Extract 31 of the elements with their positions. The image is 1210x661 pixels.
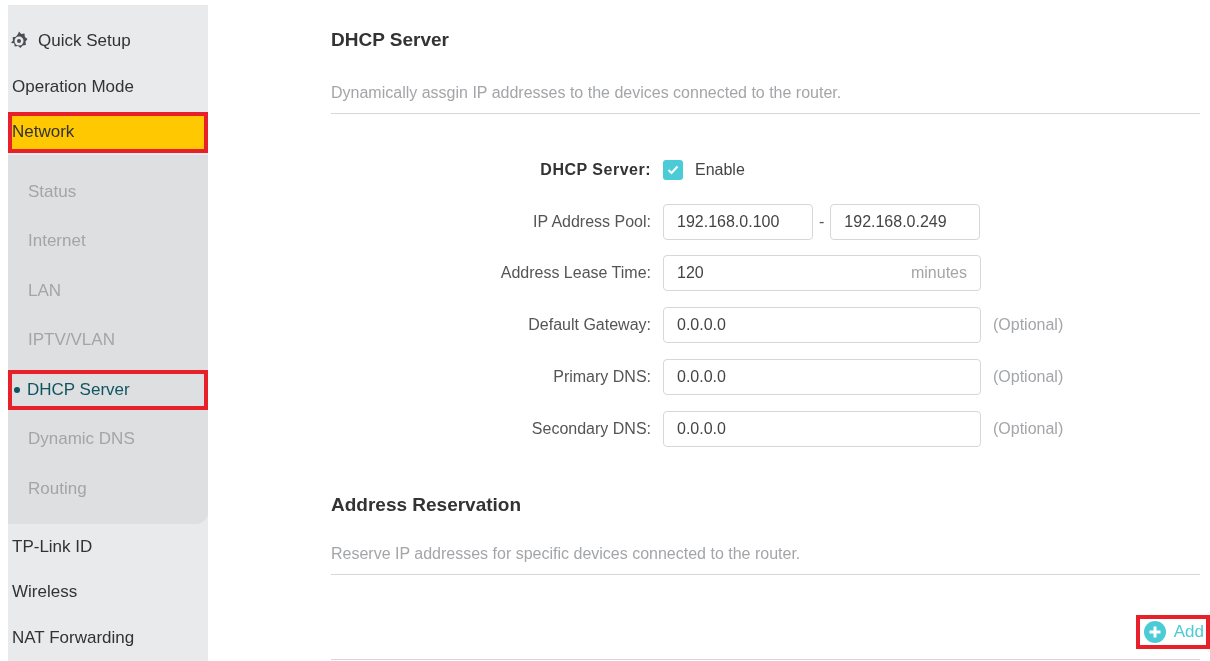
sidebar-item[interactable]: Quick Setup	[8, 18, 208, 64]
input-field[interactable]: 192.168.0.100	[663, 203, 813, 240]
optional-note: (Optional)	[993, 368, 1064, 387]
input-field[interactable]: 0.0.0.0	[663, 307, 981, 344]
input-field[interactable]: 192.168.0.249	[830, 203, 981, 240]
range-separator: -	[819, 212, 825, 231]
sidebar-item[interactable]: NAT Forwarding	[8, 615, 208, 661]
plus-circle-icon	[1143, 620, 1166, 643]
field-label: Default Gateway:	[527, 316, 651, 335]
section-description: Dynamically assgin IP addresses to the devices connected to the router.	[331, 83, 843, 103]
section-title: Address Reservation	[331, 492, 523, 517]
input-field[interactable]: 0.0.0.0	[663, 359, 981, 396]
sidebar-item[interactable]: Network	[8, 111, 208, 154]
checkbox-label: Enable	[695, 160, 745, 179]
field-label: Primary DNS:	[552, 368, 651, 387]
sidebar-item[interactable]: Wireless	[8, 569, 208, 616]
optional-note: (Optional)	[993, 419, 1064, 438]
field-label: Secondary DNS:	[530, 419, 651, 438]
optional-note: (Optional)	[993, 316, 1064, 335]
section-description: Reserve IP addresses for specific devices connected to the router.	[331, 543, 802, 564]
submenu-item[interactable]: DHCP Server	[8, 369, 208, 410]
input-field[interactable]: 120 minutes	[663, 255, 981, 292]
input-field[interactable]: 0.0.0.0	[663, 410, 981, 447]
field-label: Address Lease Time:	[499, 264, 651, 283]
enable-checkbox[interactable]	[663, 159, 683, 180]
field-label: IP Address Pool:	[532, 212, 651, 231]
section-title: DHCP Server	[331, 28, 450, 52]
field-label: DHCP Server:	[539, 160, 651, 179]
checkmark-icon	[667, 164, 679, 175]
sidebar-item[interactable]: Operation Mode	[8, 63, 208, 110]
sidebar-item[interactable]: TP-Link ID	[8, 523, 208, 570]
